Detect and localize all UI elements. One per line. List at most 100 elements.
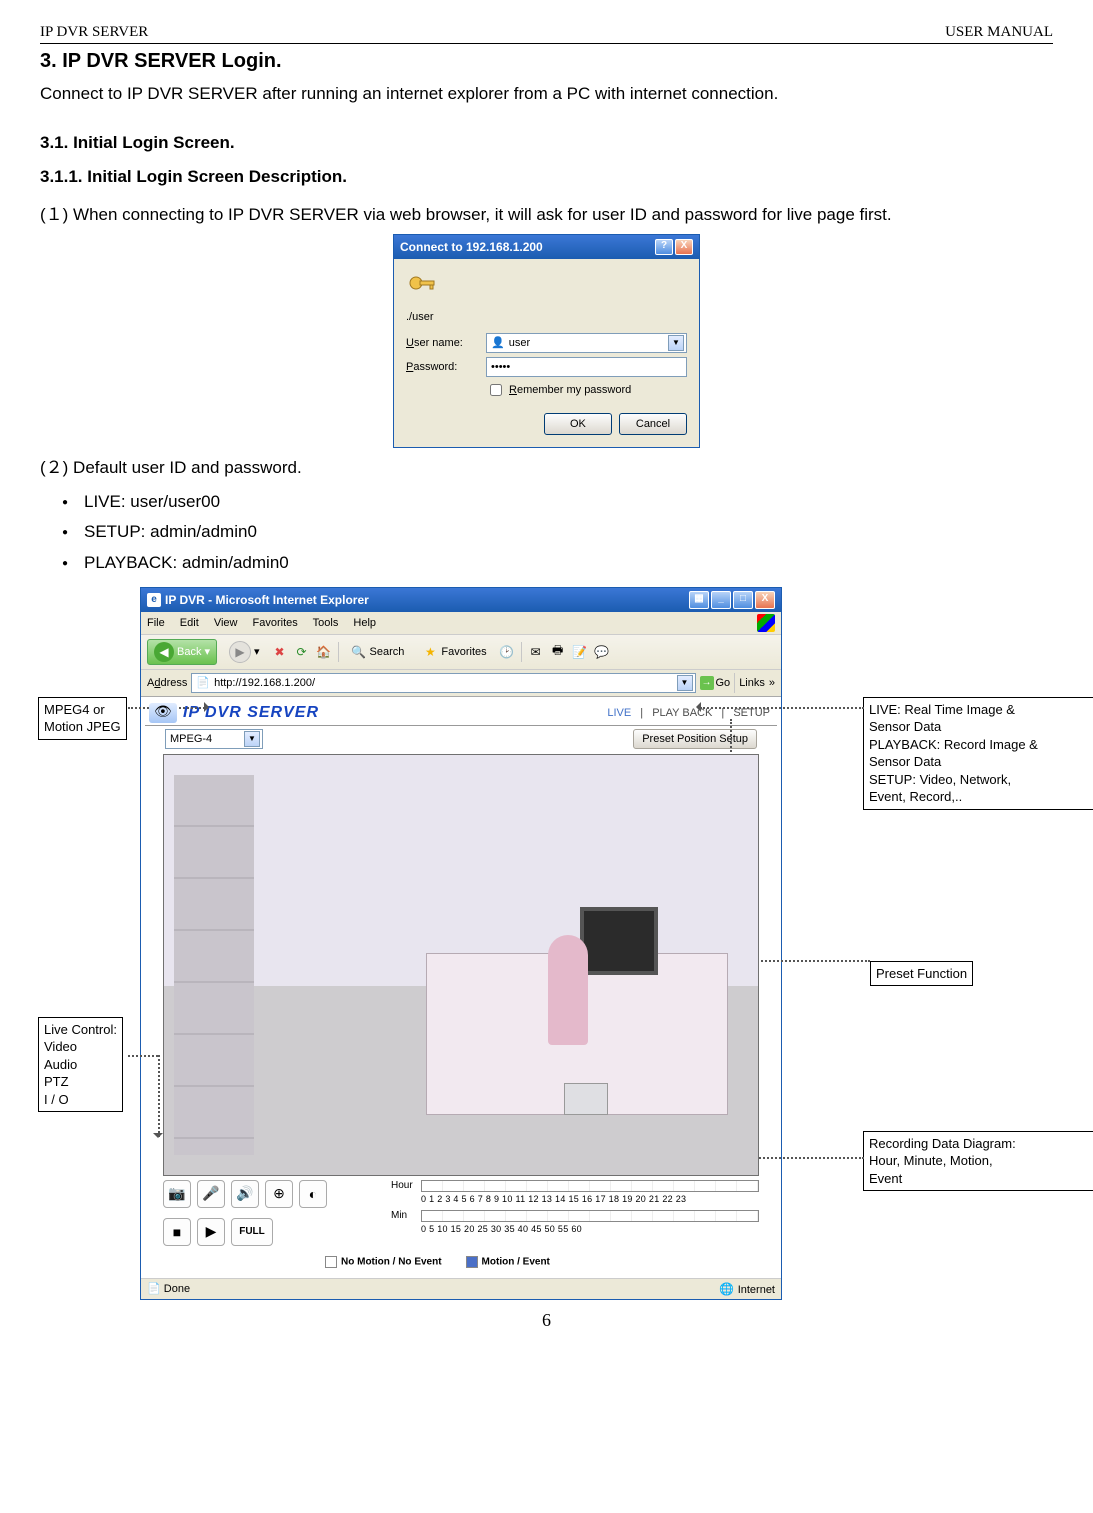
chevron-right-icon[interactable]: » bbox=[769, 677, 775, 689]
address-input[interactable]: 📄 http://192.168.1.200/ ▼ bbox=[191, 673, 695, 693]
hour-ticks: 0 1 2 3 4 5 6 7 8 9 10 11 12 13 14 15 16… bbox=[421, 1194, 759, 1204]
annotation-mpeg: MPEG4 or Motion JPEG bbox=[38, 697, 127, 740]
browser-toolbar: ◀Back ▾ ▶ ▾ ✖ ⟳ 🏠 🔍Search ★Favorites 🕑 ✉… bbox=[141, 635, 781, 670]
ie-icon: e bbox=[147, 593, 161, 607]
menu-edit[interactable]: Edit bbox=[180, 617, 199, 629]
user-icon: 👤 bbox=[491, 336, 505, 349]
keys-icon bbox=[406, 271, 438, 303]
annotation-menu: LIVE: Real Time Image & Sensor Data PLAY… bbox=[863, 697, 1093, 810]
annotation-leader bbox=[128, 1055, 158, 1057]
menu-view[interactable]: View bbox=[214, 617, 238, 629]
search-button[interactable]: 🔍Search bbox=[345, 642, 411, 662]
annotation-leader bbox=[700, 707, 864, 709]
windows-flag-icon bbox=[757, 614, 775, 632]
ok-button[interactable]: OK bbox=[544, 413, 612, 435]
menu-favorites[interactable]: Favorites bbox=[253, 617, 298, 629]
auth-dialog-titlebar: Connect to 192.168.1.200 ? X bbox=[394, 235, 699, 259]
favorites-button[interactable]: ★Favorites bbox=[416, 642, 492, 662]
fullscreen-button[interactable]: FULL bbox=[231, 1218, 273, 1246]
browser-menubar: File Edit View Favorites Tools Help bbox=[141, 612, 781, 635]
history-icon[interactable]: 🕑 bbox=[499, 644, 515, 660]
password-field[interactable]: ••••• bbox=[486, 357, 687, 377]
auth-realm: ./user bbox=[406, 311, 687, 323]
minimize-icon[interactable]: _ bbox=[711, 591, 731, 609]
mic-icon[interactable]: 🎤 bbox=[197, 1180, 225, 1208]
defaults-playback: PLAYBACK: admin/admin0 bbox=[40, 548, 1053, 579]
cancel-button[interactable]: Cancel bbox=[619, 413, 687, 435]
ptz-icon[interactable]: ⊕ bbox=[265, 1180, 293, 1208]
links-label[interactable]: Links bbox=[739, 677, 765, 689]
remember-checkbox[interactable] bbox=[490, 384, 502, 396]
min-ticks: 0 5 10 15 20 25 30 35 40 45 50 55 60 bbox=[421, 1224, 759, 1234]
subsubsection-title: 3.1.1. Initial Login Screen Description. bbox=[40, 167, 1053, 187]
mail-icon[interactable]: ✉ bbox=[528, 644, 544, 660]
dropdown-arrow-icon[interactable]: ▼ bbox=[668, 335, 684, 351]
username-label: User name: bbox=[406, 337, 486, 349]
close-icon[interactable]: X bbox=[675, 239, 693, 255]
edit-icon[interactable]: 📝 bbox=[572, 644, 588, 660]
password-label: Password: bbox=[406, 361, 486, 373]
refresh-icon[interactable]: ⟳ bbox=[294, 644, 310, 660]
status-zone: Internet bbox=[738, 1284, 775, 1296]
arrowhead-icon bbox=[691, 702, 701, 712]
back-button[interactable]: ◀Back ▾ bbox=[147, 639, 217, 665]
status-done: Done bbox=[164, 1283, 190, 1295]
internet-zone-icon: 🌐 bbox=[719, 1281, 735, 1297]
tab-live[interactable]: LIVE bbox=[607, 707, 631, 719]
tile-icon[interactable]: ▦ bbox=[689, 591, 709, 609]
dropdown-arrow-icon[interactable]: ▼ bbox=[677, 675, 693, 691]
browser-title: IP DVR - Microsoft Internet Explorer bbox=[165, 593, 369, 607]
stream-select[interactable]: MPEG-4 ▼ bbox=[165, 729, 263, 749]
search-icon: 🔍 bbox=[351, 644, 367, 660]
defaults-list: LIVE: user/user00 SETUP: admin/admin0 PL… bbox=[40, 487, 1053, 579]
browser-window: eIP DVR - Microsoft Internet Explorer ▦ … bbox=[140, 587, 782, 1300]
step-2-text: (２) Default user ID and password. bbox=[40, 454, 1053, 481]
defaults-setup: SETUP: admin/admin0 bbox=[40, 517, 1053, 548]
remember-label: Remember my password bbox=[509, 384, 631, 396]
browser-statusbar: 📄 Done 🌐 Internet bbox=[141, 1278, 781, 1299]
home-icon[interactable]: 🏠 bbox=[316, 644, 332, 660]
menu-file[interactable]: File bbox=[147, 617, 165, 629]
play-button-icon[interactable]: ▶ bbox=[197, 1218, 225, 1246]
section-title: 3. IP DVR SERVER Login. bbox=[40, 50, 1053, 73]
annotation-livectrl: Live Control: Video Audio PTZ I / O bbox=[38, 1017, 123, 1113]
dropdown-arrow-icon[interactable]: ▼ bbox=[244, 731, 260, 747]
snapshot-icon[interactable]: 📷 bbox=[163, 1180, 191, 1208]
legend-swatch-none bbox=[325, 1256, 337, 1268]
forward-button[interactable]: ▶ ▾ bbox=[223, 639, 266, 665]
preset-button[interactable]: Preset Position Setup bbox=[633, 729, 757, 749]
step-1-text: (１) When connecting to IP DVR SERVER via… bbox=[40, 201, 1053, 228]
header-right: USER MANUAL bbox=[945, 24, 1053, 41]
annotation-preset: Preset Function bbox=[870, 961, 973, 987]
live-controls: 📷 🎤 🔊 ⊕ ◐ ■ ▶ FULL bbox=[163, 1180, 383, 1246]
annotation-rec: Recording Data Diagram: Hour, Minute, Mo… bbox=[863, 1131, 1093, 1192]
done-icon: 📄 bbox=[147, 1283, 161, 1295]
maximize-icon[interactable]: □ bbox=[733, 591, 753, 609]
io-icon[interactable]: ◐ bbox=[299, 1180, 327, 1208]
legend-swatch-event bbox=[466, 1256, 478, 1268]
hour-timeline[interactable] bbox=[421, 1180, 759, 1192]
menu-help[interactable]: Help bbox=[353, 617, 376, 629]
close-icon[interactable]: X bbox=[755, 591, 775, 609]
speaker-icon[interactable]: 🔊 bbox=[231, 1180, 259, 1208]
username-field[interactable]: 👤 user ▼ bbox=[486, 333, 687, 353]
discuss-icon[interactable]: 💬 bbox=[594, 644, 610, 660]
arrowhead-icon bbox=[204, 702, 214, 712]
address-bar-row: Address 📄 http://192.168.1.200/ ▼ →Go Li… bbox=[141, 670, 781, 697]
print-icon[interactable]: 🖶 bbox=[550, 644, 566, 660]
defaults-live: LIVE: user/user00 bbox=[40, 487, 1053, 518]
star-icon: ★ bbox=[422, 644, 438, 660]
header-left: IP DVR SERVER bbox=[40, 24, 148, 41]
min-timeline[interactable] bbox=[421, 1210, 759, 1222]
timeline-panel: Hour 0 1 2 3 4 5 6 7 8 9 10 11 12 13 14 … bbox=[391, 1180, 759, 1236]
legend-event: Motion / Event bbox=[482, 1256, 550, 1267]
stop-button-icon[interactable]: ■ bbox=[163, 1218, 191, 1246]
page-icon: 📄 bbox=[196, 676, 210, 689]
legend-row: No Motion / No Event Motion / Event bbox=[145, 1252, 777, 1274]
go-button[interactable]: →Go bbox=[700, 676, 731, 690]
stop-icon[interactable]: ✖ bbox=[272, 644, 288, 660]
page-header: IP DVR SERVER USER MANUAL bbox=[40, 24, 1053, 44]
menu-tools[interactable]: Tools bbox=[313, 617, 339, 629]
help-icon[interactable]: ? bbox=[655, 239, 673, 255]
subsection-title: 3.1. Initial Login Screen. bbox=[40, 133, 1053, 153]
